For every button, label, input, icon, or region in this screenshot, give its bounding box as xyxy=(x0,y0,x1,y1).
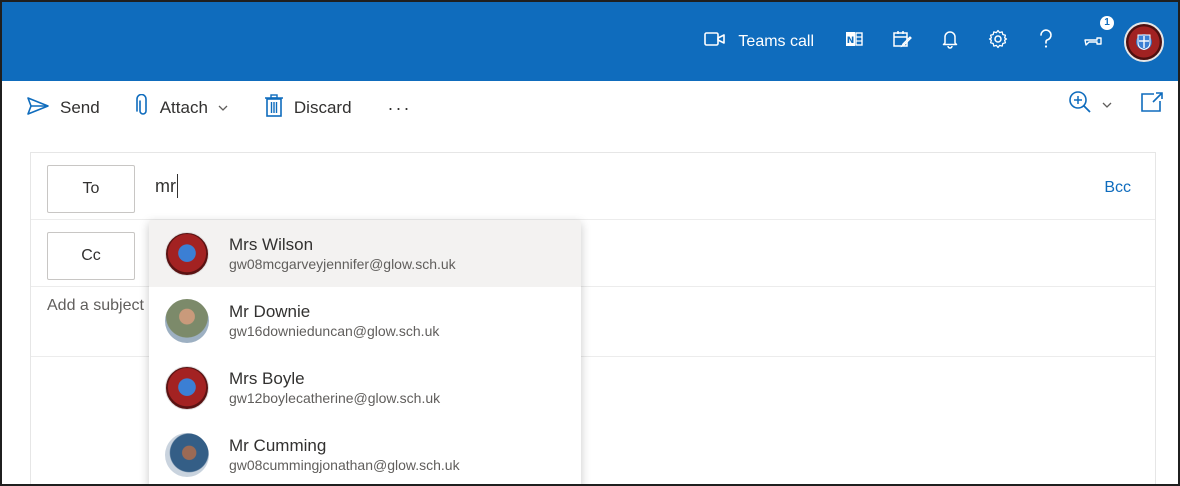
more-icon: ··· xyxy=(387,97,412,118)
pop-out-button[interactable] xyxy=(1140,91,1164,118)
help-icon xyxy=(1039,29,1053,54)
discard-label: Discard xyxy=(293,98,352,117)
trash-icon xyxy=(264,93,284,123)
attach-button[interactable]: Attach xyxy=(132,90,232,126)
suggestion-email: gw16downieduncan@glow.sch.uk xyxy=(229,322,440,339)
top-header-bar: Teams call N 1 xyxy=(2,2,1178,81)
to-row: To mr Bcc xyxy=(31,153,1155,220)
suggestion-name: Mrs Wilson xyxy=(229,234,314,254)
to-input-value: mr xyxy=(155,175,176,196)
notification-badge: 1 xyxy=(1100,15,1114,30)
suggestion-name: Mr Downie xyxy=(229,301,311,321)
chevron-down-icon xyxy=(1102,96,1112,114)
todo-icon xyxy=(892,29,912,54)
suggestion-email: gw08cummingjonathan@glow.sch.uk xyxy=(229,456,460,473)
cc-button[interactable]: Cc xyxy=(47,232,135,280)
recipient-suggestions: Mrs Wilson gw08mcgarveyjennifer@glow.sch… xyxy=(149,220,581,484)
zoom-in-icon xyxy=(1068,90,1092,119)
avatar xyxy=(165,365,209,410)
account-avatar[interactable] xyxy=(1124,21,1164,62)
onenote-icon: N xyxy=(844,29,864,54)
suggestion-name: Mrs Boyle xyxy=(229,368,305,388)
text-caret xyxy=(177,174,178,198)
send-label: Send xyxy=(60,98,100,117)
paperclip-icon xyxy=(135,93,150,123)
video-icon xyxy=(704,31,726,52)
suggestion-email: gw08mcgarveyjennifer@glow.sch.uk xyxy=(229,255,456,272)
chevron-down-icon xyxy=(218,101,228,115)
gear-icon xyxy=(988,29,1008,54)
more-options-button[interactable]: ··· xyxy=(384,90,416,126)
pop-out-icon xyxy=(1140,92,1164,117)
suggestion-text: Mr Cumming gw08cummingjonathan@glow.sch.… xyxy=(229,436,460,474)
avatar xyxy=(165,432,209,477)
avatar xyxy=(165,298,209,343)
onenote-button[interactable]: N xyxy=(834,22,874,62)
subject-input[interactable]: Add a subject xyxy=(47,297,144,315)
help-button[interactable] xyxy=(1026,22,1066,62)
zoom-button[interactable] xyxy=(1068,90,1112,119)
send-button[interactable]: Send xyxy=(22,90,104,126)
suggestion-item[interactable]: Mr Downie gw16downieduncan@glow.sch.uk xyxy=(149,287,581,354)
attach-label: Attach xyxy=(159,98,208,117)
settings-button[interactable] xyxy=(978,22,1018,62)
suggestion-text: Mr Downie gw16downieduncan@glow.sch.uk xyxy=(229,302,439,340)
todo-button[interactable] xyxy=(882,22,922,62)
bcc-link[interactable]: Bcc xyxy=(1104,179,1131,197)
notifications-button[interactable] xyxy=(930,22,970,62)
suggestion-email: gw12boylecatherine@glow.sch.uk xyxy=(229,389,441,406)
suggestion-text: Mrs Wilson gw08mcgarveyjennifer@glow.sch… xyxy=(229,235,456,273)
feedback-button[interactable]: 1 xyxy=(1074,15,1114,62)
to-input[interactable]: mr xyxy=(155,171,178,201)
suggestion-text: Mrs Boyle gw12boylecatherine@glow.sch.uk xyxy=(229,369,440,407)
suggestion-name: Mr Cumming xyxy=(229,435,327,455)
teams-call-button[interactable]: Teams call xyxy=(692,22,826,62)
avatar xyxy=(165,231,209,276)
svg-text:N: N xyxy=(847,36,855,46)
feedback-icon xyxy=(1083,29,1105,54)
send-icon xyxy=(26,96,50,121)
teams-call-label: Teams call xyxy=(738,32,814,50)
toolbar-right xyxy=(1068,90,1164,119)
suggestion-item[interactable]: Mrs Wilson gw08mcgarveyjennifer@glow.sch… xyxy=(149,220,581,287)
window: Teams call N 1 Send Attach Discard ··· T… xyxy=(0,0,1180,486)
discard-button[interactable]: Discard xyxy=(260,90,356,126)
compose-toolbar: Send Attach Discard ··· xyxy=(2,81,1178,135)
to-button[interactable]: To xyxy=(47,165,135,213)
suggestion-item[interactable]: Mr Cumming gw08cummingjonathan@glow.sch.… xyxy=(149,421,581,484)
subject-placeholder: Add a subject xyxy=(47,297,144,314)
bell-icon xyxy=(941,29,959,54)
suggestion-item[interactable]: Mrs Boyle gw12boylecatherine@glow.sch.uk xyxy=(149,354,581,421)
